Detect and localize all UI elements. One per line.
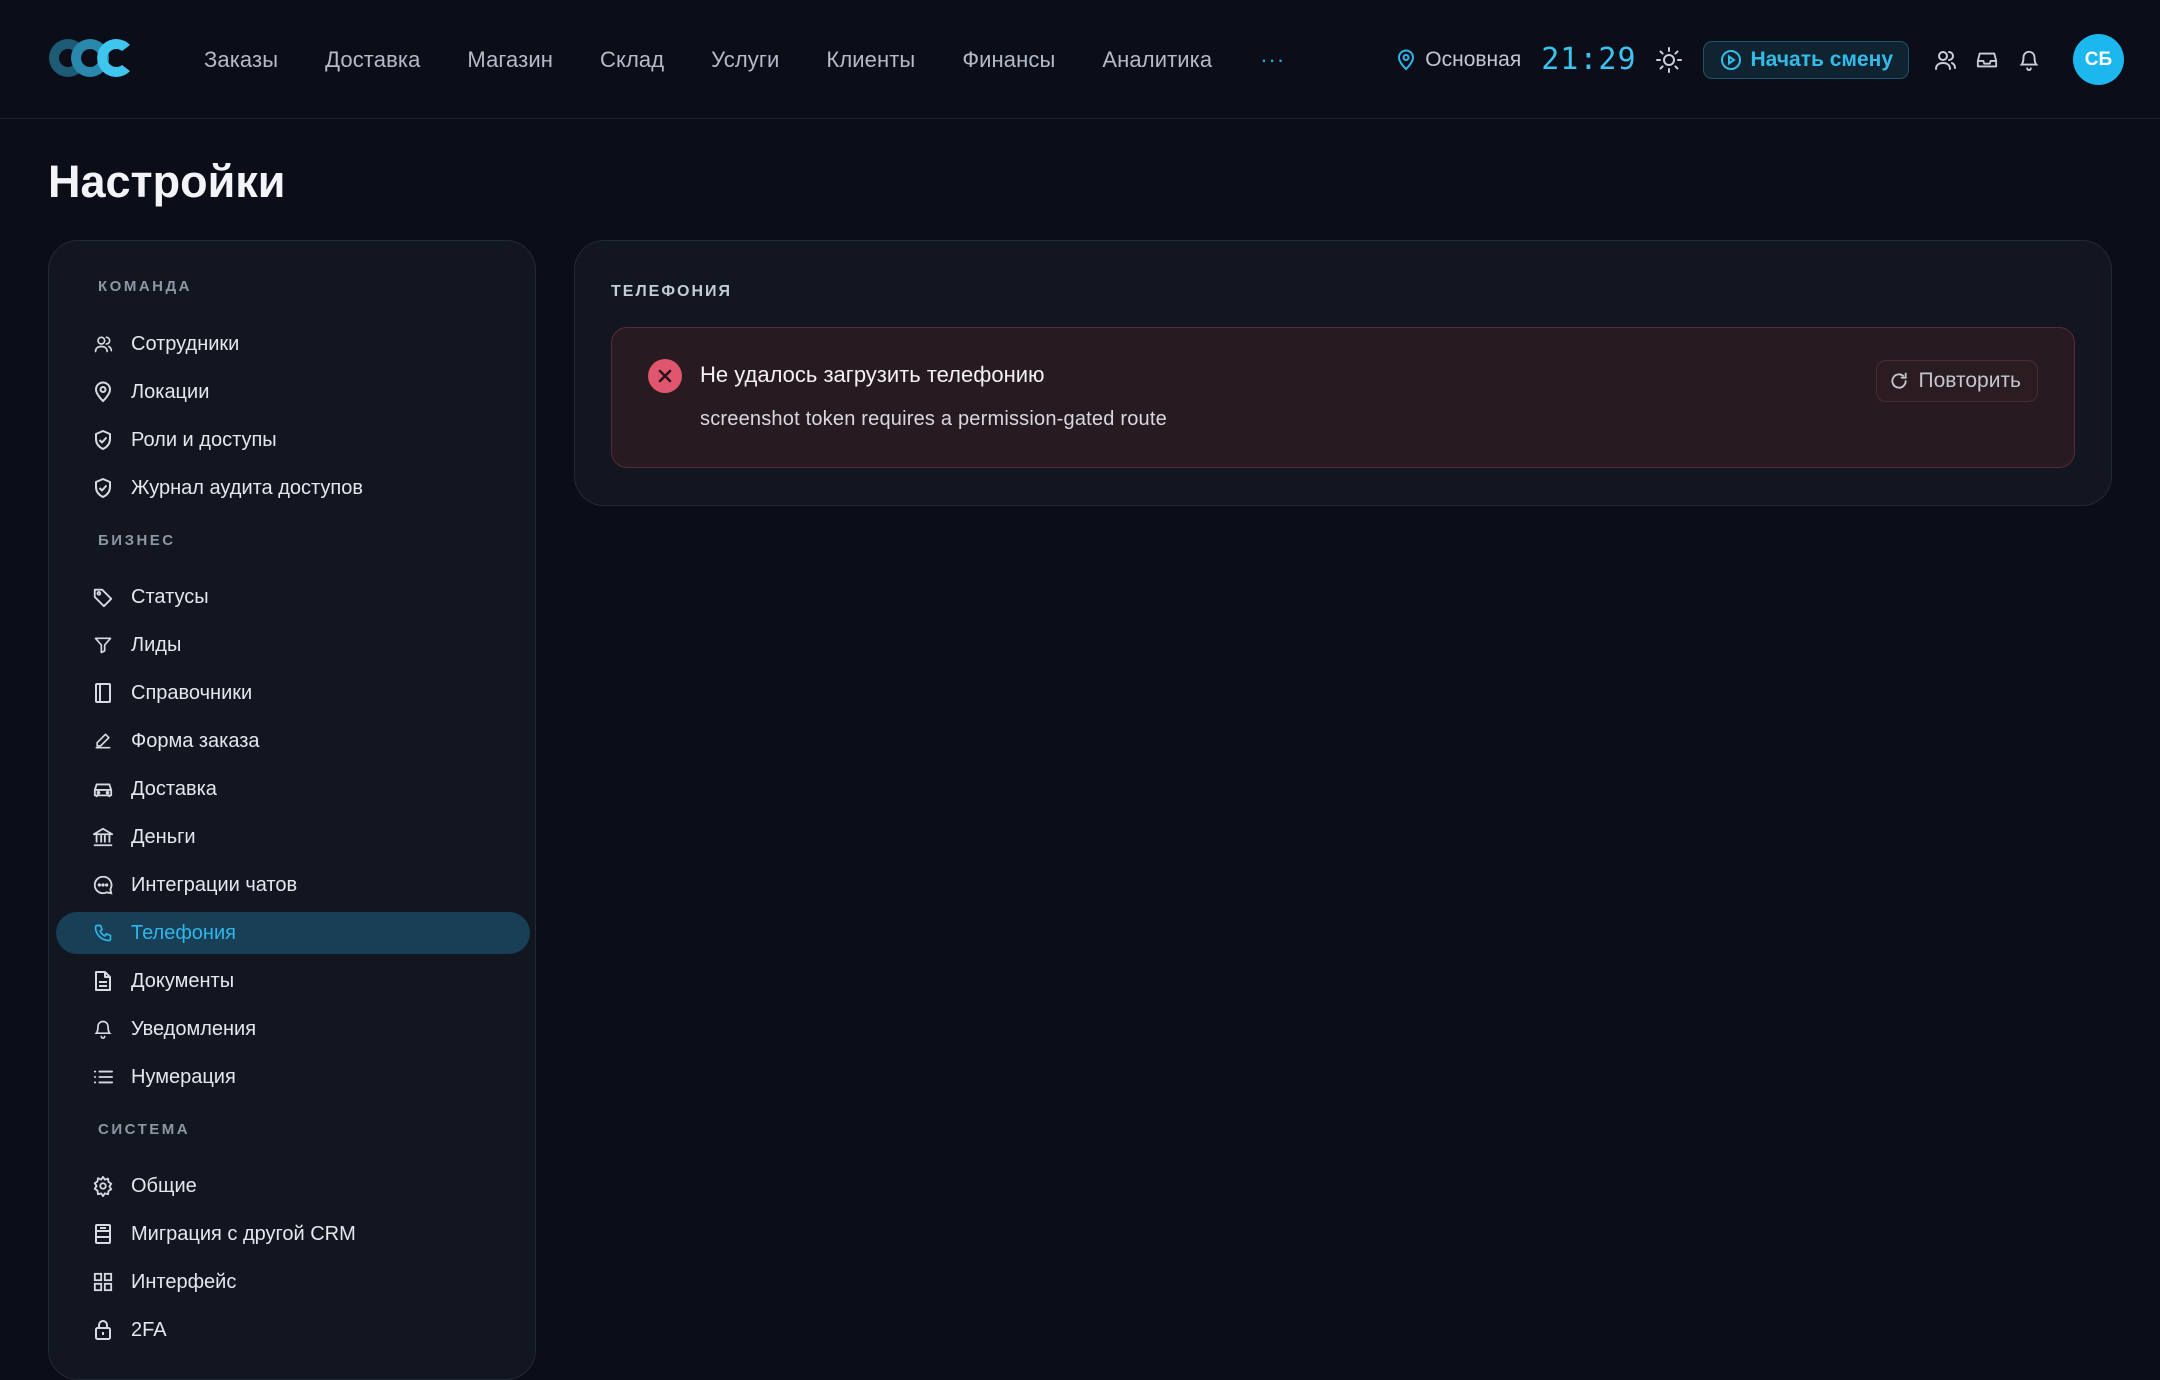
sidebar-item-label: Роли и доступы: [131, 428, 277, 451]
sidebar-item-label: Интеграции чатов: [131, 873, 298, 896]
grid-icon: [91, 1270, 115, 1294]
section-label-business: БИЗНЕС: [98, 532, 176, 549]
contacts-button[interactable]: [1931, 46, 1959, 74]
sidebar-item-label: Деньги: [131, 825, 196, 848]
play-circle-icon: [1720, 49, 1741, 70]
sidebar-item-label: Статусы: [131, 585, 209, 608]
sidebar-item-documents[interactable]: Документы: [56, 960, 530, 1002]
funnel-icon: [91, 633, 115, 657]
nav-finance[interactable]: Финансы: [962, 47, 1055, 73]
sidebar-item-2fa[interactable]: 2FA: [56, 1309, 530, 1351]
sidebar-item-interface[interactable]: Интерфейс: [56, 1261, 530, 1303]
section-label-system: СИСТЕМА: [98, 1121, 191, 1138]
error-title: Не удалось загрузить телефонию: [700, 362, 1045, 387]
location-selector[interactable]: Основная: [1397, 48, 1521, 72]
error-x-icon: [648, 359, 682, 393]
error-message: screenshot token requires a permission-g…: [700, 408, 1167, 430]
bell-icon: [91, 1017, 115, 1041]
document-icon: [91, 969, 115, 993]
nav-delivery[interactable]: Доставка: [325, 47, 420, 73]
location-label: Основная: [1425, 47, 1522, 71]
sidebar-item-crm-migration[interactable]: Миграция с другой CRM: [56, 1213, 530, 1255]
sidebar-item-notifications[interactable]: Уведомления: [56, 1008, 530, 1050]
nav-shop[interactable]: Магазин: [467, 47, 553, 73]
map-pin-icon: [1398, 49, 1415, 70]
sidebar-item-statuses[interactable]: Статусы: [56, 576, 530, 618]
nav-services[interactable]: Услуги: [711, 47, 779, 73]
sidebar-item-locations[interactable]: Локации: [56, 371, 530, 413]
car-icon: [91, 777, 115, 801]
settings-sidebar: КОМАНДА Сотрудники Локации Роли и доступ…: [48, 240, 536, 1380]
sidebar-item-delivery[interactable]: Доставка: [56, 768, 530, 810]
tag-icon: [91, 585, 115, 609]
users-icon: [91, 332, 115, 356]
telephony-panel: ТЕЛЕФОНИЯ Не удалось загрузить телефонию…: [574, 240, 2112, 506]
theme-toggle-sun-icon[interactable]: [1655, 46, 1683, 74]
avatar[interactable]: СБ: [2073, 34, 2124, 85]
error-alert: Не удалось загрузить телефонию screensho…: [611, 327, 2075, 468]
sidebar-item-order-form[interactable]: Форма заказа: [56, 720, 530, 762]
sidebar-item-roles[interactable]: Роли и доступы: [56, 419, 530, 461]
map-pin-icon: [91, 380, 115, 404]
inbox-button[interactable]: [1973, 46, 2001, 74]
chat-icon: [91, 873, 115, 897]
sidebar-item-label: Локации: [131, 380, 210, 403]
lock-icon: [91, 1318, 115, 1342]
sidebar-item-telephony[interactable]: Телефония: [56, 912, 530, 954]
sidebar-item-label: Нумерация: [131, 1065, 236, 1088]
clock: 21:29: [1541, 42, 1637, 77]
sidebar-item-label: Телефония: [131, 921, 236, 944]
sidebar-item-label: Лиды: [131, 633, 182, 656]
sidebar-item-leads[interactable]: Лиды: [56, 624, 530, 666]
page-title: Настройки: [48, 156, 286, 207]
sidebar-item-label: Журнал аудита доступов: [131, 476, 363, 499]
nav-more-button[interactable]: ···: [1260, 47, 1285, 73]
sidebar-item-label: Доставка: [131, 777, 217, 800]
sidebar-item-employees[interactable]: Сотрудники: [56, 323, 530, 365]
sidebar-item-chat-integrations[interactable]: Интеграции чатов: [56, 864, 530, 906]
phone-icon: [91, 921, 115, 945]
start-shift-button[interactable]: Начать смену: [1702, 40, 1909, 79]
book-icon: [91, 681, 115, 705]
main-nav: Заказы Доставка Магазин Склад Услуги Кли…: [204, 0, 1285, 119]
shield-check-icon: [91, 428, 115, 452]
retry-button[interactable]: Повторить: [1875, 360, 2038, 402]
top-bar: Заказы Доставка Магазин Склад Услуги Кли…: [0, 0, 2160, 119]
notifications-button[interactable]: [2015, 46, 2043, 74]
shield-check-icon: [91, 476, 115, 500]
sidebar-item-label: 2FA: [131, 1318, 167, 1341]
users-icon: [1935, 50, 1956, 70]
sidebar-item-money[interactable]: Деньги: [56, 816, 530, 858]
nav-warehouse[interactable]: Склад: [600, 47, 664, 73]
inbox-icon: [1976, 52, 1998, 67]
sidebar-item-label: Форма заказа: [131, 729, 260, 752]
panel-label: ТЕЛЕФОНИЯ: [611, 283, 732, 300]
sidebar-item-numbering[interactable]: Нумерация: [56, 1056, 530, 1098]
sidebar-item-label: Миграция с другой CRM: [131, 1222, 356, 1245]
start-shift-label: Начать смену: [1750, 47, 1893, 71]
nav-analytics[interactable]: Аналитика: [1102, 47, 1212, 73]
sidebar-item-label: Общие: [131, 1174, 197, 1197]
bank-icon: [91, 825, 115, 849]
nav-orders[interactable]: Заказы: [204, 47, 278, 73]
sidebar-item-label: Документы: [131, 969, 235, 992]
section-label-team: КОМАНДА: [98, 278, 193, 295]
gear-icon: [91, 1174, 115, 1198]
sidebar-item-audit-log[interactable]: Журнал аудита доступов: [56, 467, 530, 509]
sidebar-item-label: Сотрудники: [131, 332, 240, 355]
retry-label: Повторить: [1918, 369, 2022, 392]
sidebar-item-label: Интерфейс: [131, 1270, 237, 1293]
sidebar-item-label: Уведомления: [131, 1017, 257, 1040]
header-tools: Основная 21:29 Начать смену СБ: [1397, 0, 2124, 119]
database-icon: [91, 1222, 115, 1246]
sidebar-item-general[interactable]: Общие: [56, 1165, 530, 1207]
sidebar-item-label: Справочники: [131, 681, 253, 704]
logo[interactable]: [48, 36, 134, 80]
list-icon: [91, 1065, 115, 1089]
sidebar-item-directories[interactable]: Справочники: [56, 672, 530, 714]
refresh-icon: [1890, 372, 1907, 389]
pencil-icon: [91, 729, 115, 753]
nav-clients[interactable]: Клиенты: [826, 47, 915, 73]
bell-icon: [2019, 50, 2039, 71]
